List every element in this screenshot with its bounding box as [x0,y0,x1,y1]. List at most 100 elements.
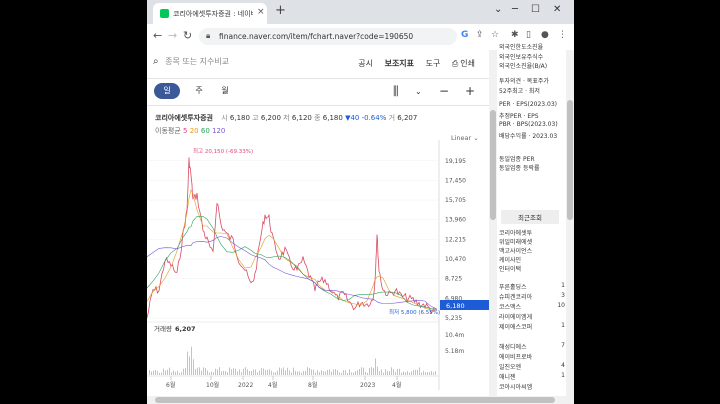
chart-panel: ⌕ 종목 또는 지수비교 공시 보조지표 도구 ⎙ 인쇄 일 주 월 ⫼ ⌄ − … [147,50,489,404]
recent-row[interactable]: 에이비프로바 [499,352,565,361]
tab-day[interactable]: 일 [154,83,180,99]
back-icon[interactable]: ← [153,29,162,42]
print-link[interactable]: 인쇄 [460,59,475,68]
sidebar-info-item: 동일업종 등락률 [499,165,540,172]
volume-bar [407,371,408,375]
volume-bar [429,372,430,375]
sidebar-info-item: PER · EPS(2023.03) [499,101,558,108]
print-icon[interactable]: ⎙ [452,59,458,68]
row-count: 1 [561,322,565,329]
volume-tick-label: 5.18m [445,348,464,355]
tab-close-icon[interactable]: × [257,7,265,17]
chevron-down-icon[interactable]: ⌄ [415,87,422,96]
row-name: 에이비프로바 [499,354,533,361]
volume-bar [355,371,356,375]
recent-row[interactable]: 라이에이엠게 [499,312,565,321]
recent-row[interactable]: 슈피겐코리아 3 [499,292,565,301]
recent-row[interactable]: 해성디에스 7 [499,342,565,351]
horizontal-scrollbar[interactable] [147,396,574,404]
open-value: 6,180 [229,114,250,122]
volume-bar [213,372,214,375]
volume-bar [417,369,418,375]
row-name: 푸른홀딩스 [499,284,527,291]
google-icon[interactable]: G [461,30,468,40]
row-name: 제이에스코퍼 [499,324,533,331]
recent-row[interactable]: 코아시아씨엠 [499,382,565,391]
volume-bar [387,370,388,375]
price-chart[interactable]: 19,195 17,450 15,705 13,960 12,215 10,470 8,72… [147,140,489,404]
volume-bar [197,367,198,375]
volume-bar [195,369,196,375]
volume-bar [427,372,428,375]
price-series-line [147,157,436,318]
tab-week[interactable]: 주 [191,83,207,99]
volume-bar [361,367,362,375]
volume-bar [371,367,372,375]
recent-row[interactable]: 제이에스코퍼 1 [499,322,565,331]
zoom-in-icon[interactable]: + [465,84,475,98]
sidebar-scrollbar[interactable] [566,50,574,404]
volume-bar [191,346,192,375]
tab-month[interactable]: 월 [217,83,233,99]
recent-item[interactable]: 인터이택 [499,264,521,273]
address-bar[interactable]: 🔒︎ finance.naver.com/item/fchart.naver?c… [199,28,457,45]
sidepanel-icon[interactable]: ▯ [526,30,531,40]
notice-link[interactable]: 공시 [358,59,373,68]
zoom-out-icon[interactable]: − [439,84,449,98]
open-label: 시 [221,114,228,122]
scroll-thumb[interactable] [155,397,555,403]
volume-bar [351,372,352,375]
sidebar-info-item: 동일업종 PER [499,156,535,163]
volume-bar [385,369,386,375]
new-tab-button[interactable]: + [275,3,286,18]
volume-bar [157,371,158,375]
browser-window: 코리아에셋투자증권 : 네이버 금 × + ⌄ ─ ☐ ✕ ← → ↻ 🔒︎ f… [147,0,574,404]
share-icon[interactable]: ⇪ [476,30,484,40]
volume-bar [269,369,270,375]
minimize-button[interactable]: ─ [512,4,518,15]
volume-bar [241,372,242,375]
forward-icon[interactable]: → [168,29,177,42]
recent-item[interactable]: 위일미래에셋 [499,237,532,246]
recent-item[interactable]: 케이사인 [499,255,521,264]
recent-row[interactable]: 애니젠 1 [499,372,565,381]
ma-label: 이동평균 [155,127,181,135]
row-count: 1 [561,282,565,289]
recent-row[interactable]: 푸른홀딩스 1 [499,282,565,291]
volume-bar [177,370,178,375]
volume-bar [329,369,330,375]
browser-tab[interactable]: 코리아에셋투자증권 : 네이버 금 × [153,3,267,24]
url-text: finance.naver.com/item/fchart.naver?code… [219,32,414,41]
x-tick-label: 10월 [206,381,219,389]
extensions-icon[interactable]: ✱ [511,30,519,40]
indicator-link[interactable]: 보조지표 [385,59,414,68]
chart-scrollbar[interactable] [489,50,497,404]
recent-row[interactable]: 일진오엔 4 [499,362,565,371]
volume-bar [433,372,434,375]
bookmark-star-icon[interactable]: ☆ [491,30,499,40]
recent-item[interactable]: 맥고사이언스 [499,246,532,255]
price-axis: 19,195 17,450 15,705 13,960 12,215 10,470 8,72… [445,158,466,322]
volume-bar [367,372,368,375]
maximize-button[interactable]: ☐ [531,4,540,15]
volume-bar [163,368,164,375]
menu-dots-icon[interactable]: ⋮ [558,30,567,40]
tab-menu-icon[interactable]: ⌄ [494,4,502,15]
reload-icon[interactable]: ↻ [183,29,192,42]
recent-row[interactable]: 코스맥스 10 [499,302,565,311]
low-value: 6,120 [291,114,312,122]
volume-bar [399,368,400,375]
volume-bar [167,369,168,375]
candle-type-icon[interactable]: ⫼ [393,84,399,99]
volume-bar [253,369,254,375]
tools-link[interactable]: 도구 [426,59,441,68]
profile-icon[interactable]: ● [541,30,549,40]
x-tick-label: 8월 [308,381,317,389]
close-window-button[interactable]: ✕ [553,4,561,15]
scroll-thumb[interactable] [490,110,496,220]
volume-bar [299,371,300,375]
scroll-thumb[interactable] [567,100,573,220]
search-placeholder: 종목 또는 지수비교 [165,57,230,66]
recent-item[interactable]: 코리아에셋투 [499,228,532,237]
row-name: 슈피겐코리아 [499,294,533,301]
